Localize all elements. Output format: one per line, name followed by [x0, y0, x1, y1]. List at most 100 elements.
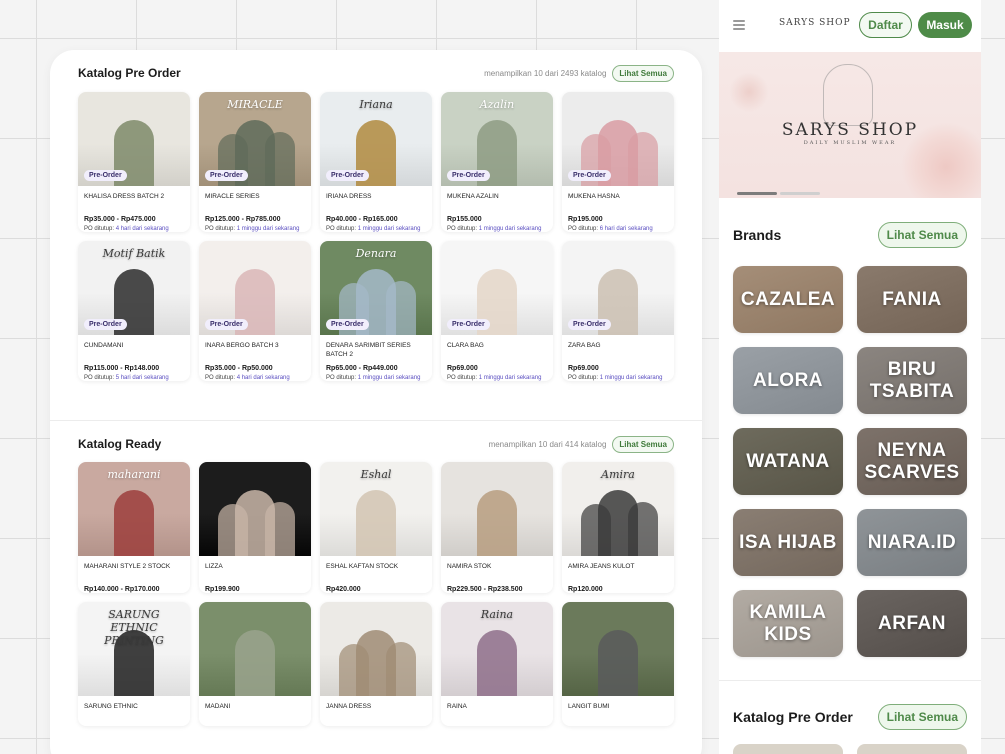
po-label: PO ditutup: [326, 375, 357, 381]
product-card[interactable]: Pre-Order ZARA BAG Rp69.000 PO ditutup: 1 m… [562, 241, 674, 381]
brand-tile[interactable]: KAMILA KIDS [733, 590, 843, 657]
product-card[interactable]: Azalin Pre-Order MUKENA AZALIN Rp155.000 PO … [441, 92, 553, 232]
model-figure [264, 502, 295, 556]
product-image[interactable]: Motif Batik Pre-Order [78, 241, 190, 335]
brands-title: Brands [733, 227, 782, 243]
brand-tile[interactable]: ARFAN [857, 590, 967, 657]
product-card[interactable]: MADANI [199, 602, 311, 726]
product-card[interactable]: Pre-Order MUKENA HASNA Rp195.000 PO ditutup… [562, 92, 674, 232]
po-deadline-value: 6 hari dari sekarang [599, 226, 653, 232]
brand-tile[interactable]: ALORA [733, 347, 843, 414]
product-image[interactable]: Denara Pre-Order [320, 241, 432, 335]
ready-see-all-button[interactable]: Lihat Semua [612, 435, 674, 453]
product-card[interactable]: LIZZA Rp199.900 [199, 462, 311, 593]
preorder-badge: Pre-Order [205, 170, 248, 181]
product-image[interactable]: Pre-Order [562, 92, 674, 186]
product-image[interactable]: maharani [78, 462, 190, 556]
brand-tile[interactable]: CAZALEA [733, 266, 843, 333]
product-thumbnail[interactable] [857, 744, 967, 754]
product-card[interactable]: Pre-Order KHALISA DRESS BATCH 2 Rp35.000 -… [78, 92, 190, 232]
product-image[interactable]: Raina [441, 602, 553, 696]
product-card[interactable]: Iriana Pre-Order IRIANA DRESS Rp40.000 - Rp… [320, 92, 432, 232]
section-divider [719, 680, 981, 681]
po-label: PO ditutup: [84, 375, 115, 381]
image-caption: Raina [480, 608, 514, 621]
brand-name: BIRU TSABITA [869, 358, 955, 402]
product-image[interactable] [562, 602, 674, 696]
hero-banner[interactable]: SARYS SHOP DAILY MUSLIM WEAR [719, 52, 981, 198]
product-card[interactable]: Motif Batik Pre-Order CUNDAMANI Rp115.000 -… [78, 241, 190, 381]
hamburger-menu-icon[interactable] [733, 20, 745, 30]
login-button[interactable]: Masuk [918, 12, 972, 38]
product-card[interactable]: Eshal ESHAL KAFTAN STOCK Rp420.000 [320, 462, 432, 593]
preorder-title: Katalog Pre Order [78, 66, 181, 80]
product-image[interactable]: SARUNG ETHNIC PRINTING [78, 602, 190, 696]
po-deadline: PO ditutup: 1 minggu dari sekarang [320, 372, 432, 381]
product-price [320, 722, 432, 726]
product-name: MADANI [205, 703, 231, 710]
carousel-dot-active[interactable] [737, 192, 777, 195]
model-figure [477, 630, 517, 696]
product-image[interactable] [199, 602, 311, 696]
po-deadline: PO ditutup: 1 minggu dari sekarang [441, 372, 553, 381]
model-figure [264, 132, 295, 186]
product-price: Rp65.000 - Rp449.000 [326, 365, 398, 372]
product-image[interactable]: Eshal [320, 462, 432, 556]
product-image[interactable]: Iriana Pre-Order [320, 92, 432, 186]
shop-logo[interactable]: SARYS SHOP [779, 18, 851, 28]
product-image[interactable] [199, 462, 311, 556]
po-label: PO ditutup: [447, 375, 478, 381]
product-card[interactable]: SARUNG ETHNIC PRINTING SARUNG ETHNIC [78, 602, 190, 726]
preorder-header: Katalog Pre Order menampilkan 10 dari 24… [78, 63, 674, 83]
product-card[interactable]: JANNA DRESS [320, 602, 432, 726]
brand-tile[interactable]: WATANA [733, 428, 843, 495]
mobile-catalog-see-all-button[interactable]: Lihat Semua [877, 704, 967, 730]
product-image[interactable]: Pre-Order [199, 241, 311, 335]
product-card[interactable]: Denara Pre-Order DENARA SARIMBIT SERIES BA… [320, 241, 432, 381]
brand-tile[interactable]: FANIA [857, 266, 967, 333]
preorder-see-all-button[interactable]: Lihat Semua [612, 64, 674, 82]
mobile-catalog-header: Katalog Pre Order Lihat Semua [733, 704, 967, 730]
brand-tile[interactable]: NEYNA SCARVES [857, 428, 967, 495]
mobile-preview: SARYS SHOP Daftar Masuk SARYS SHOP DAILY… [719, 0, 981, 754]
product-name: ESHAL KAFTAN STOCK [326, 563, 399, 570]
po-deadline-value: 1 minggu dari sekarang [599, 375, 663, 381]
product-image[interactable] [441, 462, 553, 556]
product-card[interactable]: NAMIRA STOK Rp229.500 - Rp238.500 [441, 462, 553, 593]
product-card[interactable]: maharani MAHARANI STYLE 2 STOCK Rp140.000 … [78, 462, 190, 593]
product-price: Rp199.900 [205, 586, 240, 593]
hijab-sketch-icon [823, 64, 873, 126]
product-card[interactable]: Raina RAINA [441, 602, 553, 726]
carousel-indicator [737, 192, 820, 195]
brands-see-all-button[interactable]: Lihat Semua [877, 222, 967, 248]
product-card[interactable]: LANGIT BUMI [562, 602, 674, 726]
brand-name: ISA HIJAB [739, 531, 837, 553]
po-deadline: PO ditutup: 1 minggu dari sekarang [199, 223, 311, 232]
brand-grid: CAZALEA FANIA ALORA BIRU TSABITA WATANA NEYNA… [733, 266, 967, 657]
image-caption: MIRACLE [227, 98, 283, 111]
product-image[interactable] [320, 602, 432, 696]
product-price: Rp125.000 - Rp785.000 [205, 216, 281, 223]
brand-tile[interactable]: NIARA.ID [857, 509, 967, 576]
carousel-dot[interactable] [780, 192, 820, 195]
product-card[interactable]: Amira AMIRA JEANS KULOT Rp120.000 [562, 462, 674, 593]
brand-name: CAZALEA [740, 288, 836, 310]
product-image[interactable]: Azalin Pre-Order [441, 92, 553, 186]
mobile-catalog-thumbs [733, 744, 967, 754]
preorder-header-right: menampilkan 10 dari 2493 katalog Lihat S… [484, 64, 674, 82]
product-card[interactable]: Pre-Order INARA BERGO BATCH 3 Rp35.000 - R… [199, 241, 311, 381]
product-image[interactable]: Amira [562, 462, 674, 556]
product-image[interactable]: Pre-Order [78, 92, 190, 186]
po-deadline: PO ditutup: 5 hari dari sekarang [78, 372, 190, 381]
product-card[interactable]: MIRACLE Pre-Order MIRACLE SERIES Rp125.000 … [199, 92, 311, 232]
product-image[interactable]: Pre-Order [441, 241, 553, 335]
register-button[interactable]: Daftar [859, 12, 912, 38]
product-price: Rp420.000 [326, 586, 361, 593]
product-price: Rp120.000 [568, 586, 603, 593]
product-image[interactable]: MIRACLE Pre-Order [199, 92, 311, 186]
product-thumbnail[interactable] [733, 744, 843, 754]
product-image[interactable]: Pre-Order [562, 241, 674, 335]
brand-tile[interactable]: ISA HIJAB [733, 509, 843, 576]
brand-tile[interactable]: BIRU TSABITA [857, 347, 967, 414]
product-card[interactable]: Pre-Order CLARA BAG Rp69.000 PO ditutup: 1 … [441, 241, 553, 381]
